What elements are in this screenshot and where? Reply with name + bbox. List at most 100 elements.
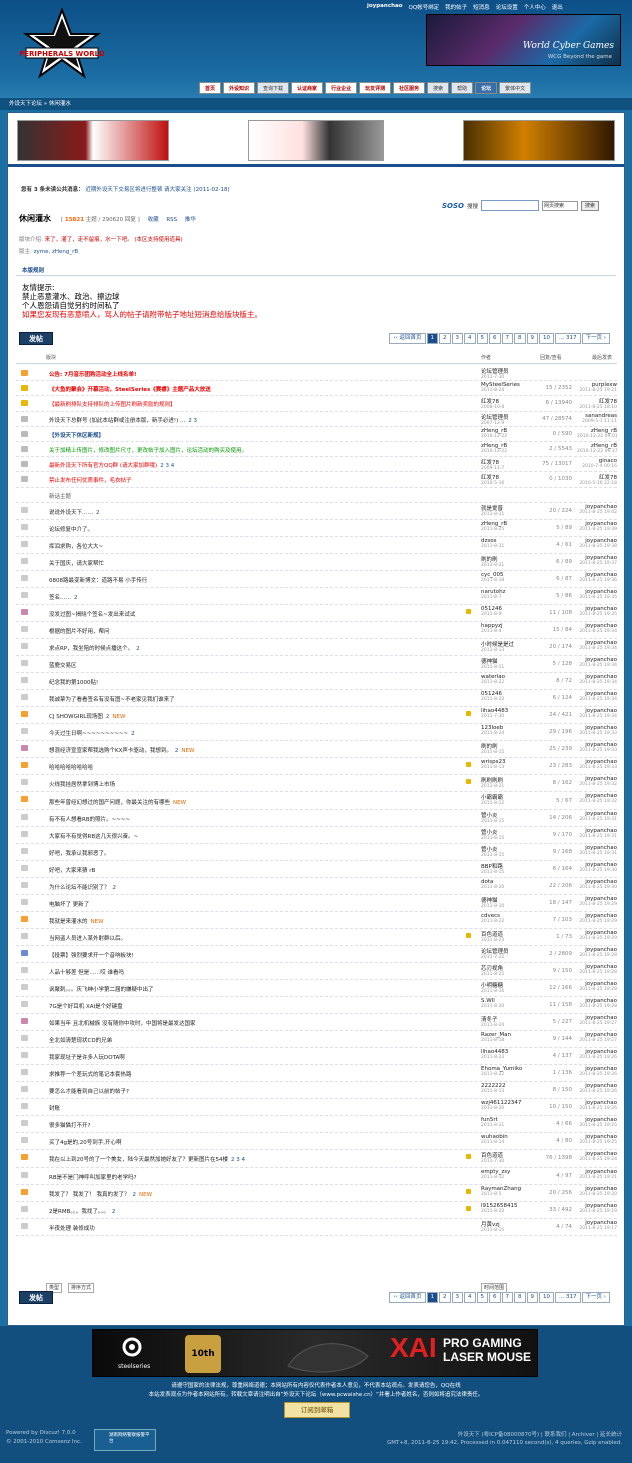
table-row[interactable]: 我诚挚为了看看签名有没有图~不老家见我们谁来了 051246 2011-8-20 6 … <box>16 690 617 708</box>
thread-title-text[interactable]: 为什么论坛不能识别了？ <box>49 885 110 891</box>
last-post[interactable]: joypanchao 2011-8-25 19:29 <box>577 896 617 907</box>
thread-author[interactable]: 论坛管理员 2011-7-30 <box>481 367 509 380</box>
thread-title-text[interactable]: 【最新刷排队支持排队的上传图片刷新奖励的规则】 <box>49 402 176 408</box>
mods-links[interactable]: zyme, zHeng_rB <box>34 249 79 255</box>
thread-title-text[interactable]: 根据的图片不好用，帮问 <box>49 629 110 635</box>
last-poster[interactable]: joypanchao <box>585 1220 617 1226</box>
thread-title-text[interactable]: 讽聚刺。。。庆飞绅小学第二届的嫌疑中出了 <box>49 987 154 993</box>
nav-reviews[interactable]: 玩友评测 <box>359 82 392 94</box>
table-row[interactable]: 那些年曾经幻想过的国产问题，你最关注的有哪些 NEW 小霸霸霸 2011-8-12 5 … <box>16 792 617 810</box>
last-poster[interactable]: joypanchao <box>585 1186 617 1192</box>
last-post[interactable]: joypanchao 2011-8-25 19:21 <box>577 1169 617 1180</box>
thread-title-text[interactable]: 半夜处理 装修成功 <box>49 1226 95 1232</box>
thread-title[interactable]: RB是不是门神呼叫加家里的老学吗? <box>49 1173 137 1181</box>
thread-title-text[interactable]: 好吧，大家来猜 rB <box>49 868 95 874</box>
author-name[interactable]: dota <box>481 879 493 885</box>
filter-sort[interactable]: 排序方式 <box>68 1283 95 1293</box>
thread-title-text[interactable]: 很多猫猫打不开? <box>49 1123 90 1129</box>
thread-title-text[interactable]: 求推荐一个差玩式的笔记本套热路 <box>49 1072 132 1078</box>
footer-links[interactable]: 外设天下 (粤ICP备08000870号) | 联系我们 | Archiver … <box>458 1430 622 1438</box>
thread-title[interactable]: 【外设天下休区新规】 <box>49 431 104 439</box>
table-row[interactable]: 说说外设天下…… 2 就是爱普 2011-8-11 20 / 224 joypanchao… <box>16 503 617 520</box>
thread-author[interactable]: happyzj 2011-8-4 <box>481 623 503 634</box>
thread-title-text[interactable]: 2是RMB。。。我找了。。。 <box>49 1209 109 1215</box>
thread-title[interactable]: 禁止发布任何优质事件，毛衣帖子 <box>49 476 132 484</box>
last-poster[interactable]: joypanchao <box>585 879 617 885</box>
thread-title[interactable]: 求推荐一个差玩式的笔记本套热路 <box>49 1070 132 1078</box>
thread-title-text[interactable]: 【投票】强烈要求开一个音响板块! <box>49 953 134 959</box>
last-poster[interactable]: joypanchao <box>585 1203 617 1209</box>
last-post[interactable]: joypanchao 2011-8-25 19:33 <box>577 742 617 753</box>
new-post-button-bottom[interactable]: 发帖 <box>19 1291 53 1304</box>
page-link[interactable]: 1 <box>426 1292 439 1303</box>
last-post[interactable]: 红发78 2010-5-16 22:18 <box>577 473 617 486</box>
thread-pages[interactable]: 2 <box>113 885 117 891</box>
nav-home[interactable]: 首页 <box>199 82 222 94</box>
thread-title[interactable]: 我在以上到20号的了一个美女，陆今天最然加她好友了？更新图片在54楼 2 3 4 <box>49 1155 245 1163</box>
author-name[interactable]: dzsos <box>481 538 496 544</box>
thread-author[interactable]: Ehoma_Yumiko 2011-8-22 <box>481 1066 522 1077</box>
thread-title-text[interactable]: 禁止发布任何优质事件，毛衣帖子 <box>49 478 132 484</box>
table-row[interactable]: 禁止发布任何优质事件，毛衣帖子 红发78 2010-5-16 0 / 1030 红发78… <box>16 472 617 488</box>
thread-title-text[interactable]: 我就是来灌水的 <box>49 919 88 925</box>
table-row[interactable]: 我发了？ 我发了！ 我真的发了？ 2 NEW RaymanZhang 2011-8-5 2… <box>16 1185 617 1202</box>
thread-title-text[interactable]: 关于加精上传图片，修改图片尺寸，更改帖子加入图片，论坛活动的购买及使用。 <box>49 448 247 454</box>
last-post[interactable]: joypanchao 2011-8-25 19:34 <box>577 674 617 685</box>
table-row[interactable]: 外设天下总群号 (加此本站群或注册本版，新手必进!) ... 2 3 论坛管理员 20… <box>16 412 617 427</box>
last-post[interactable]: joypanchao 2011-8-25 19:27 <box>577 1032 617 1043</box>
table-row[interactable]: 蓝鹿交易区 德神猫 2011-8-11 5 / 128 joypanchao 2011-8… <box>16 656 617 674</box>
page-link[interactable]: 9 <box>526 333 539 344</box>
thread-title[interactable]: 论坛修复中介了。 <box>49 525 93 533</box>
thread-title-text[interactable]: 【外设天下休区新规】 <box>49 433 104 439</box>
thread-author[interactable]: lihao4483 2011-7-30 <box>481 708 508 719</box>
thread-author[interactable]: zHeng_rB 2011-8-25 <box>481 521 507 532</box>
thread-title[interactable]: 买了4g是的,20号到手,开心啊 <box>49 1138 122 1146</box>
table-row[interactable]: 我家现址子是许多人玩DOTA啊 lihao4483 2011-8-23 4 / 137… <box>16 1048 617 1066</box>
thread-author[interactable]: 清冬子 2011-8-24 <box>481 1015 504 1028</box>
donate-link[interactable]: 推华 <box>185 217 196 223</box>
nav-traditional[interactable]: 繁体中文 <box>499 82 532 94</box>
author-name[interactable]: 就是爱普 <box>481 506 503 512</box>
last-post[interactable]: joypanchao 2011-8-25 19:39 <box>577 521 617 532</box>
last-post[interactable]: joypanchao 2011-8-25 19:38 <box>577 538 617 549</box>
last-post[interactable]: joypanchao 2011-8-25 19:28 <box>577 947 617 958</box>
thread-author[interactable]: 就是爱普 2011-8-11 <box>481 504 504 517</box>
last-poster[interactable]: zHeng_rB <box>591 428 617 434</box>
thread-title[interactable]: 【投票】强烈要求开一个音响板块! <box>49 951 134 959</box>
new-post-button[interactable]: 发帖 <box>19 332 53 345</box>
last-post[interactable]: joypanchao 2011-8-25 19:31 <box>577 845 617 856</box>
last-post[interactable]: joypanchao 2011-8-25 19:30 <box>577 862 617 873</box>
thread-title[interactable]: 我发了？ 我发了！ 我真的发了？ 2 NEW <box>49 1190 152 1198</box>
last-poster[interactable]: sanandreas <box>585 413 617 419</box>
thread-author[interactable]: fun5rt 2011-8-11 <box>481 1117 504 1128</box>
table-row[interactable]: 求推荐一个差玩式的笔记本套热路 Ehoma_Yumiko 2011-8-22 1 / … <box>16 1065 617 1083</box>
table-row[interactable]: 【外设天下休区新规】 zHeng_rB 2010-12-22 0 / 590 zHeng… <box>16 427 617 442</box>
last-poster[interactable]: joypanchao <box>585 896 617 902</box>
author-name[interactable]: RaymanZhang <box>481 1186 521 1192</box>
author-name[interactable]: zHeng_rB <box>481 521 507 527</box>
thread-title-text[interactable]: 要怎么才能看到自己以前的帖子? <box>49 1089 129 1095</box>
table-row[interactable]: 全北如清楚现状CD的兄弟 Razer_Man 2011-8-18 9 / 144 joy… <box>16 1031 617 1049</box>
my-posts-link[interactable]: 我的帖子 <box>445 3 467 13</box>
thread-title[interactable]: 纪念我的第1000贴! <box>49 678 98 686</box>
thread-title[interactable]: 《大鱼的聚会》开幕活动，SteelSeries《赛睿》主题产品大放送 <box>49 385 211 393</box>
table-row[interactable]: 半夜处理 装修成功 月黄vzj 2011-8-15 4 / 74 joypanchao 2… <box>16 1219 617 1236</box>
page-link[interactable]: ... 317 <box>555 1292 581 1303</box>
page-link[interactable]: 5 <box>476 1292 489 1303</box>
thread-pages[interactable]: 2 <box>112 1209 116 1215</box>
thread-author[interactable]: 红发78 2008-10-8 <box>481 397 504 410</box>
last-post[interactable]: joypanchao 2011-8-25 19:31 <box>577 811 617 822</box>
thread-title-text[interactable]: 电脑坏了 更新了 <box>49 902 89 908</box>
thread-title-text[interactable]: 外设天下总群号 (加此本站群或注册本版，新手必进!) ... <box>49 418 185 424</box>
author-name[interactable]: zHeng_rB <box>481 428 507 434</box>
thread-author[interactable]: zHeng_rB 2010-12-22 <box>481 428 507 439</box>
thread-title-text[interactable]: 说说外设天下…… <box>49 510 93 516</box>
thread-author[interactable]: 论坛管理员 2011-7-22 <box>481 947 509 960</box>
nav-industry[interactable]: 行业企业 <box>325 82 358 94</box>
author-name[interactable]: 百色道道 <box>481 932 503 938</box>
thread-title[interactable]: 半夜处理 装修成功 <box>49 1224 95 1232</box>
thread-title-text[interactable]: 买了4g是的,20号到手,开心啊 <box>49 1140 122 1146</box>
last-post[interactable]: ginaco 2010-7-4 00:16 <box>577 458 617 469</box>
thread-title-text[interactable]: 那些年曾经幻想过的国产问题，你最关注的有哪些 <box>49 800 170 806</box>
table-row[interactable]: 论坛修复中介了。 zHeng_rB 2011-8-25 5 / 89 joypancha… <box>16 520 617 537</box>
